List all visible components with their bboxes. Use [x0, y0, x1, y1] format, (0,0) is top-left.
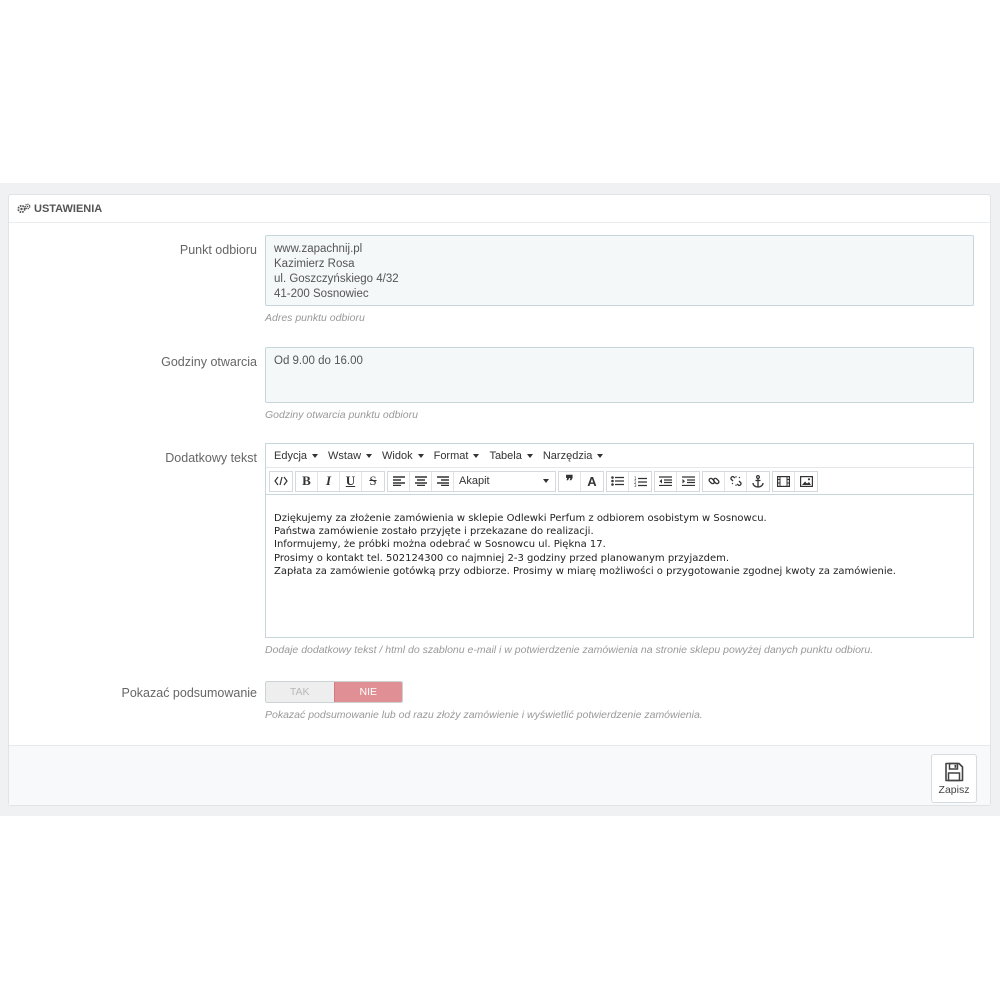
toolbar-group-code: [269, 470, 293, 492]
summary-help: Pokazać podsumowanie lub od razu złoży z…: [265, 709, 703, 721]
menu-tabela[interactable]: Tabela: [484, 450, 537, 462]
panel-footer: Zapisz: [9, 745, 990, 805]
toolbar-group-indent: [654, 470, 700, 492]
save-button[interactable]: Zapisz: [931, 754, 977, 803]
menu-wstaw[interactable]: Wstaw: [323, 450, 377, 462]
hours-textarea[interactable]: Od 9.00 do 16.00: [265, 347, 974, 403]
hours-help: Godziny otwarcia punktu odbioru: [265, 409, 418, 421]
menu-widok[interactable]: Widok: [377, 450, 429, 462]
menu-format[interactable]: Format: [429, 450, 485, 462]
pickup-label: Punkt odbioru: [179, 243, 257, 257]
pickup-line: 41-200 Sosnowiec: [274, 288, 369, 300]
link-icon[interactable]: [703, 471, 725, 491]
save-label: Zapisz: [938, 783, 970, 796]
align-left-icon[interactable]: [388, 471, 410, 491]
menu-label: Tabela: [489, 449, 522, 462]
content-line: Zapłata za zamówienie gotówką przy odbio…: [274, 565, 896, 577]
hours-value: Od 9.00 do 16.00: [274, 355, 363, 367]
source-code-icon[interactable]: [270, 472, 292, 491]
toolbar-group-link: [702, 470, 770, 492]
menu-label: Format: [433, 449, 469, 462]
text-color-icon[interactable]: A: [581, 472, 603, 491]
media-icon[interactable]: [773, 471, 795, 491]
settings-panel: Ustawienia Punkt odbioru www.zapachnij.p…: [8, 194, 991, 806]
caret-down-icon: [473, 453, 480, 458]
image-icon[interactable]: [795, 472, 817, 491]
menu-edycja[interactable]: Edycja: [269, 450, 323, 462]
toggle-option-yes[interactable]: TAK: [266, 682, 334, 702]
anchor-icon[interactable]: [747, 472, 769, 491]
panel-title: Ustawienia: [34, 202, 103, 215]
panel-heading: Ustawienia: [9, 195, 990, 223]
svg-text:3: 3: [634, 483, 637, 487]
gears-icon: [17, 203, 31, 214]
format-select[interactable]: Akapit: [454, 472, 555, 491]
outdent-icon[interactable]: [655, 471, 677, 491]
caret-down-icon: [312, 453, 319, 458]
toolbar-group-quote: ❞ A: [558, 470, 604, 492]
menu-label: Widok: [382, 449, 413, 462]
toolbar-group-align: Akapit: [387, 470, 556, 492]
strikethrough-icon[interactable]: S: [362, 472, 384, 491]
unlink-icon[interactable]: [725, 471, 747, 491]
bullet-list-icon[interactable]: [607, 471, 629, 491]
numbered-list-icon[interactable]: 123: [629, 472, 651, 491]
caret-down-icon: [417, 453, 424, 458]
caret-down-icon: [597, 453, 604, 458]
pickup-line: Kazimierz Rosa: [274, 258, 355, 270]
align-center-icon[interactable]: [410, 471, 432, 491]
content-line: Prosimy o kontakt tel. 502124300 co najm…: [274, 552, 730, 564]
pickup-textarea[interactable]: www.zapachnij.pl Kazimierz Rosa ul. Gosz…: [265, 235, 974, 306]
editor-content[interactable]: Dziękujemy za złożenie zamówienia w skle…: [266, 495, 973, 637]
pickup-help: Adres punktu odbioru: [265, 312, 365, 324]
bold-icon[interactable]: B: [296, 471, 318, 491]
save-icon: [945, 762, 964, 781]
rich-text-editor: Edycja Wstaw Widok Format Tabela Narzędz…: [265, 443, 974, 638]
indent-icon[interactable]: [677, 472, 699, 491]
toolbar-group-media: [772, 470, 818, 492]
content-line: Informujemy, że próbki można odebrać w S…: [274, 539, 606, 551]
menu-label: Edycja: [274, 449, 308, 462]
toolbar-group-format: B I U S: [295, 470, 385, 492]
editor-menubar: Edycja Wstaw Widok Format Tabela Narzędz…: [266, 444, 973, 468]
menu-narzedzia[interactable]: Narzędzia: [538, 450, 609, 462]
menu-label: Narzędzia: [542, 449, 593, 462]
hours-field: Od 9.00 do 16.00 Godziny otwarcia punktu…: [265, 347, 974, 421]
pickup-line: ul. Goszczyńskiego 4/32: [274, 273, 399, 285]
summary-field: TAK NIE Pokazać podsumowanie lub od razu…: [265, 681, 974, 721]
content-line: Dziękujemy za złożenie zamówienia w skle…: [274, 513, 767, 524]
summary-label: Pokazać podsumowanie: [121, 686, 258, 700]
extra-text-label: Dodatkowy tekst: [165, 451, 257, 465]
blockquote-icon[interactable]: ❞: [559, 471, 581, 491]
extra-text-field: Edycja Wstaw Widok Format Tabela Narzędz…: [265, 443, 974, 656]
align-right-icon[interactable]: [432, 471, 454, 491]
italic-icon[interactable]: I: [318, 471, 340, 491]
extra-text-help: Dodaje dodatkowy tekst / html do szablon…: [265, 644, 874, 656]
toolbar-group-lists: 123: [606, 470, 652, 492]
content-line: Państwa zamówienie zostało przyjęte i pr…: [274, 526, 594, 538]
hours-label: Godziny otwarcia: [161, 355, 257, 369]
editor-toolbar: B I U S Akapit ❞ A 1 2 3: [266, 468, 973, 495]
pickup-field: www.zapachnij.pl Kazimierz Rosa ul. Gosz…: [265, 235, 974, 324]
menu-label: Wstaw: [328, 449, 362, 462]
caret-down-icon: [543, 479, 549, 483]
underline-icon[interactable]: U: [340, 471, 362, 491]
format-select-value: Akapit: [459, 475, 490, 487]
summary-toggle[interactable]: TAK NIE: [265, 681, 403, 703]
toggle-option-no[interactable]: NIE: [333, 682, 402, 702]
pickup-line: www.zapachnij.pl: [274, 243, 363, 255]
caret-down-icon: [366, 453, 373, 458]
caret-down-icon: [526, 453, 533, 458]
